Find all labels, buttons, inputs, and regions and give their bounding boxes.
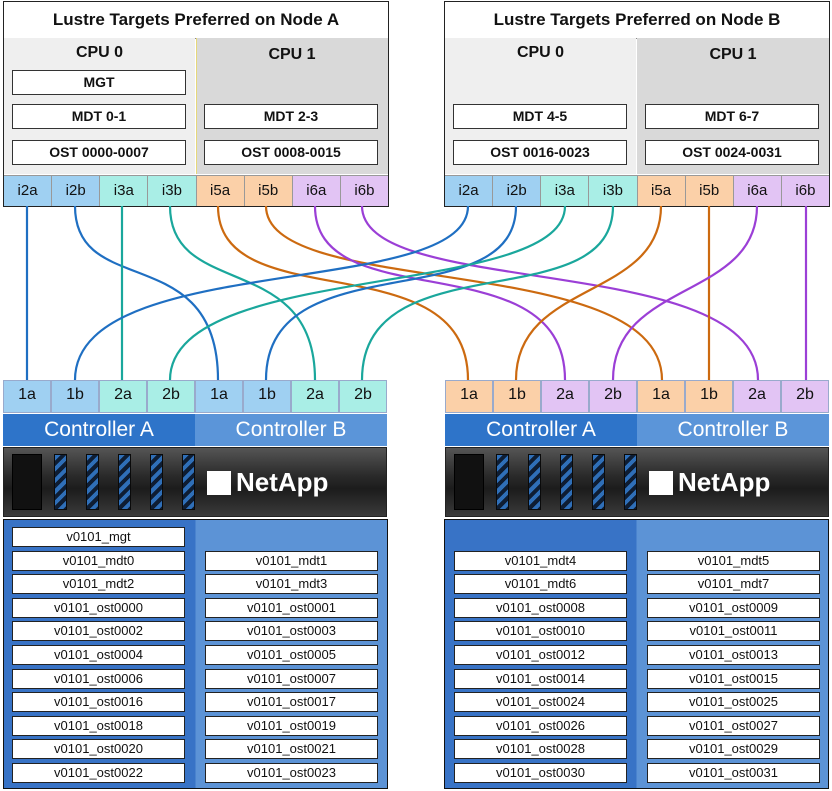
controller-port[interactable]: 2a bbox=[541, 380, 589, 413]
volume-item: v0101_ost0015 bbox=[647, 668, 820, 689]
volume-item: v0101_ost0004 bbox=[12, 645, 185, 665]
volume-item: v0101_ost0030 bbox=[454, 763, 627, 783]
volume-item: v0101_mgt bbox=[12, 527, 185, 547]
volume-item: v0101_ost0031 bbox=[647, 763, 820, 783]
controller-port[interactable]: 2b bbox=[339, 380, 387, 413]
controller-port[interactable]: 2b bbox=[147, 380, 195, 413]
controller-a-label: Controller A bbox=[3, 414, 195, 446]
volume-item: v0101_mdt0 bbox=[12, 550, 185, 571]
volume-item: v0101_ost0009 bbox=[647, 597, 820, 618]
netapp-logo-icon bbox=[207, 471, 231, 495]
drive-slot bbox=[54, 454, 67, 510]
drive-slot bbox=[182, 454, 195, 510]
drive-slot bbox=[560, 454, 573, 510]
drive-slot bbox=[86, 454, 99, 510]
volume-item: v0101_ost0021 bbox=[205, 739, 378, 760]
drive-slot bbox=[150, 454, 163, 510]
volume-item: v0101_ost0006 bbox=[12, 668, 185, 689]
controller-port[interactable]: 1b bbox=[685, 380, 733, 413]
controller-port[interactable]: 2a bbox=[733, 380, 781, 413]
volume-item: v0101_ost0012 bbox=[454, 645, 627, 665]
volume-item: v0101_ost0001 bbox=[205, 597, 378, 618]
volume-item: v0101_ost0027 bbox=[647, 715, 820, 736]
volume-item: v0101_ost0025 bbox=[647, 692, 820, 713]
controller-port[interactable]: 2a bbox=[99, 380, 147, 413]
drive-slot bbox=[624, 454, 637, 510]
volume-item: v0101_mdt3 bbox=[205, 574, 378, 595]
volume-item: v0101_ost0023 bbox=[205, 763, 378, 783]
controller-port[interactable]: 1b bbox=[243, 380, 291, 413]
volume-item: v0101_ost0016 bbox=[12, 692, 185, 713]
controller-port[interactable]: 1b bbox=[51, 380, 99, 413]
volume-item: v0101_mdt4 bbox=[454, 550, 627, 571]
array-a-ports: 1a 1b 2a 2b 1a 1b 2a 2b bbox=[3, 380, 387, 413]
volume-item: v0101_ost0028 bbox=[454, 739, 627, 760]
volume-item: v0101_mdt6 bbox=[454, 574, 627, 595]
volume-item: v0101_mdt7 bbox=[647, 574, 820, 595]
volume-item: v0101_ost0013 bbox=[647, 645, 820, 665]
volume-item: v0101_ost0005 bbox=[205, 645, 378, 665]
volume-item: v0101_ost0017 bbox=[205, 692, 378, 713]
array-b-ports: 1a 1b 2a 2b 1a 1b 2a 2b bbox=[445, 380, 829, 413]
volume-item: v0101_ost0029 bbox=[647, 739, 820, 760]
drive-slot bbox=[496, 454, 509, 510]
volume-item: v0101_ost0008 bbox=[454, 597, 627, 618]
volume-item: v0101_mdt5 bbox=[647, 550, 820, 571]
volume-item: v0101_ost0007 bbox=[205, 668, 378, 689]
controller-port[interactable]: 1b bbox=[493, 380, 541, 413]
controller-port[interactable]: 2a bbox=[291, 380, 339, 413]
storage-chassis: NetApp bbox=[3, 447, 387, 517]
netapp-logo-icon bbox=[649, 471, 673, 495]
storage-chassis: NetApp bbox=[445, 447, 829, 517]
brand-label: NetApp bbox=[236, 467, 329, 497]
volume-item: v0101_ost0026 bbox=[454, 715, 627, 736]
volume-item: v0101_ost0024 bbox=[454, 692, 627, 713]
volume-item: v0101_ost0011 bbox=[647, 621, 820, 642]
controller-b-label: Controller B bbox=[195, 414, 387, 446]
controller-port[interactable]: 1a bbox=[3, 380, 51, 413]
drive-panel bbox=[454, 454, 484, 510]
controller-port[interactable]: 1a bbox=[195, 380, 243, 413]
controller-port[interactable]: 1a bbox=[445, 380, 493, 413]
brand-label: NetApp bbox=[678, 467, 771, 497]
volume-item: v0101_ost0022 bbox=[12, 763, 185, 783]
drive-slot bbox=[118, 454, 131, 510]
controller-port[interactable]: 1a bbox=[637, 380, 685, 413]
volume-item: v0101_ost0018 bbox=[12, 715, 185, 736]
volume-item: v0101_ost0020 bbox=[12, 739, 185, 760]
volume-item: v0101_ost0010 bbox=[454, 621, 627, 642]
volume-item: v0101_mdt2 bbox=[12, 574, 185, 595]
cable bbox=[360, 205, 760, 381]
volume-item: v0101_ost0000 bbox=[12, 597, 185, 618]
controller-b-label: Controller B bbox=[637, 414, 829, 446]
drive-panel bbox=[12, 454, 42, 510]
controller-a-label: Controller A bbox=[445, 414, 637, 446]
volume-item: v0101_mdt1 bbox=[205, 550, 378, 571]
controller-port[interactable]: 2b bbox=[781, 380, 829, 413]
volume-item: v0101_ost0002 bbox=[12, 621, 185, 642]
cable bbox=[168, 205, 567, 381]
cable bbox=[168, 205, 317, 381]
volume-item: v0101_ost0014 bbox=[454, 668, 627, 689]
drive-slot bbox=[528, 454, 541, 510]
drive-slot bbox=[592, 454, 605, 510]
controller-port[interactable]: 2b bbox=[589, 380, 637, 413]
volume-item: v0101_ost0003 bbox=[205, 621, 378, 642]
volume-item: v0101_ost0019 bbox=[205, 715, 378, 736]
